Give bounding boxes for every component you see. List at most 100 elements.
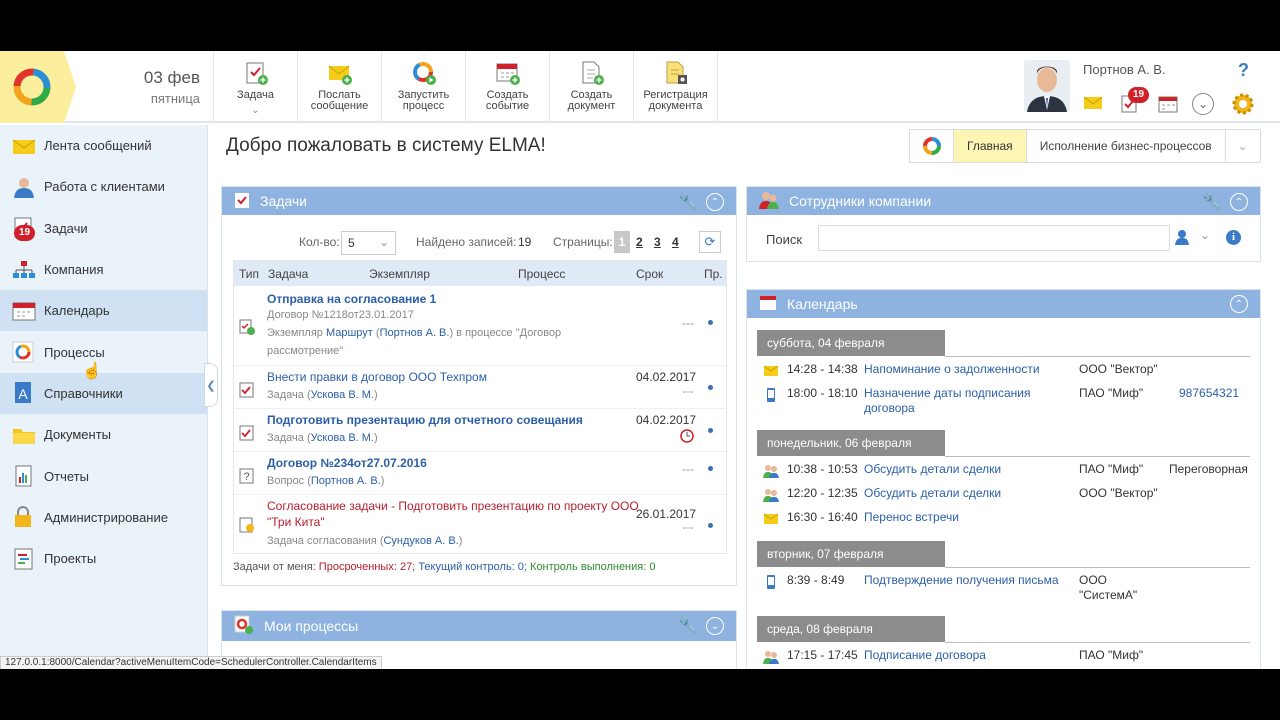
- task-icon: [234, 191, 250, 212]
- envelope-icon: [12, 135, 36, 157]
- table-row[interactable]: ? Договор №234от27.07.2016 Вопрос (Портн…: [234, 452, 726, 495]
- overdue-link[interactable]: Просроченных: 27;: [319, 561, 415, 573]
- employees-panel-header: Сотрудники компании 🔧 ⌃: [747, 187, 1260, 215]
- chevron-down-icon[interactable]: ⌄: [1226, 130, 1260, 162]
- question-icon: ?: [239, 468, 255, 484]
- tasks-summary: Задачи от меня: Просроченных: 27; Текущи…: [233, 561, 656, 573]
- create-document-button[interactable]: Создать документ: [550, 51, 634, 123]
- user-link[interactable]: Сундуков А. В.: [383, 535, 458, 547]
- calendar-icon: [495, 60, 521, 86]
- page-title: Добро пожаловать в систему ELMA!: [226, 135, 546, 156]
- calendar-event[interactable]: 18:00 - 18:10 Назначение даты подписания…: [757, 386, 1250, 420]
- calendar-event[interactable]: 14:28 - 14:38 Напоминание о задолженност…: [757, 362, 1250, 386]
- wrench-icon[interactable]: 🔧: [678, 616, 698, 636]
- sidebar-item-clients[interactable]: Работа с клиентами: [0, 166, 207, 207]
- sidebar-item-calendar[interactable]: Календарь ☝: [0, 290, 207, 380]
- report-icon: [12, 465, 36, 487]
- instance-link[interactable]: Маршрут: [326, 327, 373, 339]
- envelope-icon: [763, 364, 779, 378]
- count-select[interactable]: 5 ⌄: [341, 231, 396, 255]
- calendar-icon: [759, 295, 777, 314]
- new-task-button[interactable]: Задача ⌄: [214, 51, 298, 123]
- calendar-panel-header: Календарь ⌃: [747, 290, 1260, 318]
- user-icon[interactable]: [1174, 229, 1190, 248]
- user-link[interactable]: Портнов А. В.: [380, 327, 450, 339]
- document-icon: [579, 60, 605, 86]
- employee-search-input[interactable]: [818, 225, 1170, 251]
- dashboard-tabs: Главная Исполнение бизнес-процессов ⌄: [909, 129, 1261, 163]
- svg-text:?: ?: [243, 471, 249, 483]
- page-1[interactable]: 1: [614, 231, 630, 253]
- elma-logo[interactable]: [0, 51, 76, 123]
- lock-icon: [12, 506, 36, 528]
- execution-control-link[interactable]: Контроль выполнения: 0: [530, 561, 655, 573]
- help-icon[interactable]: ?: [1238, 60, 1249, 81]
- priority-dot: [708, 385, 713, 390]
- collapse-panel-button[interactable]: ⌃: [1230, 193, 1248, 211]
- wrench-icon[interactable]: 🔧: [1202, 192, 1222, 212]
- expand-panel-button[interactable]: ⌄: [706, 617, 724, 635]
- envelope-icon: [763, 512, 779, 526]
- sidebar-item-projects[interactable]: Проекты: [0, 538, 207, 579]
- user-link[interactable]: Портнов А. В.: [311, 475, 381, 487]
- page-3[interactable]: 3: [654, 235, 661, 249]
- table-row[interactable]: Отправка на согласование 1 Договор №1218…: [234, 286, 726, 366]
- day-header: понедельник, 06 февраля: [757, 430, 945, 456]
- collapse-panel-button[interactable]: ⌃: [1230, 295, 1248, 313]
- start-process-button[interactable]: Запустить процесс: [382, 51, 466, 123]
- priority-dot: [708, 523, 713, 528]
- send-message-button[interactable]: Послать сообщение: [298, 51, 382, 123]
- calendar-event[interactable]: 8:39 - 8:49 Подтверждение получения пись…: [757, 573, 1250, 607]
- tab-bp-execution[interactable]: Исполнение бизнес-процессов: [1027, 130, 1226, 162]
- priority-dot: [708, 428, 713, 433]
- tasks-table: Тип Задача Экземпляр Процесс Срок Пр. От…: [233, 260, 727, 554]
- calendar-icon[interactable]: [1158, 95, 1178, 116]
- org-chart-icon: [12, 259, 36, 281]
- sidebar-item-admin[interactable]: Администрирование: [0, 497, 207, 538]
- sidebar: Лента сообщений Работа с клиентами 19 За…: [0, 125, 208, 669]
- page-4[interactable]: 4: [672, 235, 679, 249]
- gear-icon[interactable]: [1231, 92, 1255, 119]
- current-date: 03 фев пятница: [110, 68, 200, 106]
- sidebar-item-reports[interactable]: Отчеты: [0, 455, 207, 496]
- table-row[interactable]: Согласование задачи - Подготовить презен…: [234, 495, 726, 553]
- messages-icon[interactable]: [1083, 95, 1103, 114]
- svg-text:A: A: [18, 386, 28, 402]
- register-icon: [663, 60, 689, 86]
- current-control-link[interactable]: Текущий контроль: 0;: [418, 561, 527, 573]
- sidebar-item-tasks[interactable]: 19 Задачи: [0, 208, 207, 249]
- sidebar-item-documents[interactable]: Документы: [0, 414, 207, 455]
- sidebar-item-feed[interactable]: Лента сообщений: [0, 125, 207, 166]
- calendar-event[interactable]: 10:38 - 10:53 Обсудить детали сделки ПАО…: [757, 462, 1250, 486]
- sidebar-item-company[interactable]: Компания: [0, 249, 207, 290]
- user-link[interactable]: Ускова В. М.: [311, 432, 374, 444]
- register-document-button[interactable]: Регистрация документа: [634, 51, 718, 123]
- process-icon: [411, 60, 437, 86]
- table-row[interactable]: Подготовить презентацию для отчетного со…: [234, 409, 726, 452]
- elma-logo-icon: [910, 130, 954, 162]
- client-icon: [12, 176, 36, 198]
- wrench-icon[interactable]: 🔧: [678, 192, 698, 212]
- collapse-panel-button[interactable]: ⌃: [706, 193, 724, 211]
- tab-main[interactable]: Главная: [954, 130, 1027, 162]
- avatar[interactable]: [1024, 60, 1070, 112]
- calendar-event[interactable]: 17:15 - 17:45 Подписание договора ПАО "М…: [757, 648, 1250, 669]
- calendar-event[interactable]: 16:30 - 16:40 Перенос встречи: [757, 510, 1250, 534]
- refresh-icon[interactable]: ⟳: [699, 231, 721, 253]
- sidebar-item-processes[interactable]: Процессы: [0, 331, 207, 372]
- user-link[interactable]: Ускова В. М.: [311, 389, 374, 401]
- app-window: 03 фев пятница Задача ⌄ Послать сообщени…: [0, 51, 1280, 669]
- info-icon[interactable]: i: [1226, 230, 1241, 245]
- page-2[interactable]: 2: [636, 235, 643, 249]
- sidebar-collapse-button[interactable]: ❮: [204, 363, 218, 407]
- chevron-down-icon[interactable]: ⌄: [1200, 228, 1210, 242]
- task-icon: [243, 60, 269, 86]
- calendar-event[interactable]: 12:20 - 12:35 Обсудить детали сделки ООО…: [757, 486, 1250, 510]
- user-name[interactable]: Портнов А. В.: [1083, 62, 1166, 77]
- create-event-button[interactable]: Создать событие: [466, 51, 550, 123]
- sidebar-item-directories[interactable]: A Справочники: [0, 372, 207, 415]
- hand-cursor-icon: ☝: [82, 363, 102, 380]
- table-row[interactable]: Внести правки в договор ООО Техпром Зада…: [234, 366, 726, 409]
- task-icon: [239, 425, 255, 441]
- chevron-down-icon[interactable]: ⌄: [1192, 93, 1214, 115]
